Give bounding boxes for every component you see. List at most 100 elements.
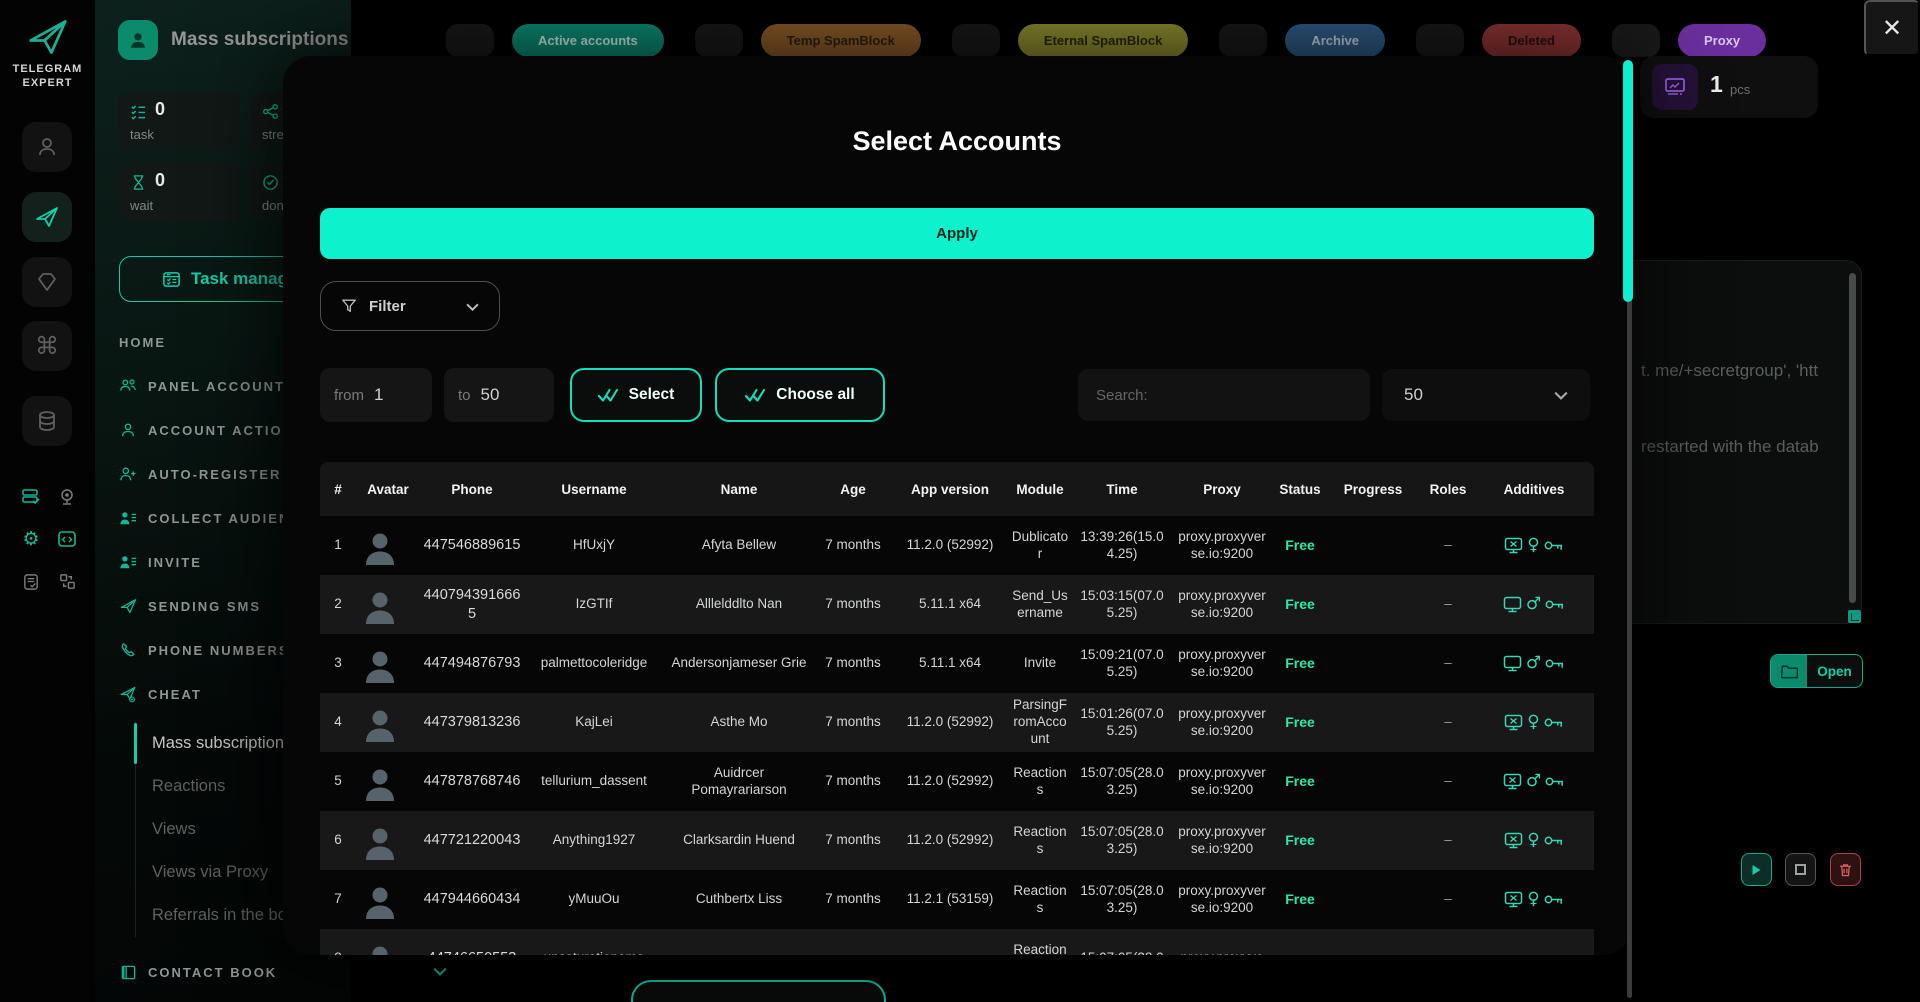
- filter-dropdown[interactable]: Filter: [320, 281, 500, 331]
- delete-button[interactable]: [1830, 853, 1861, 886]
- roles-cell: –: [1444, 714, 1452, 730]
- webcam-icon[interactable]: [56, 486, 78, 508]
- username-cell: unsaturationama: [524, 950, 664, 955]
- rail-sending-button[interactable]: [22, 192, 72, 242]
- stop-button[interactable]: [1785, 853, 1816, 886]
- book-icon: [119, 964, 137, 981]
- column-header: Roles: [1429, 481, 1467, 497]
- column-header: Phone: [451, 481, 493, 497]
- column-header: Avatar: [367, 481, 409, 497]
- status-tab[interactable]: Temp SpamBlock: [694, 24, 921, 57]
- username-cell: Anything1927: [552, 832, 636, 848]
- active-indicator: [134, 723, 137, 764]
- avatar: [356, 937, 420, 955]
- row-number: 7: [334, 891, 342, 907]
- brand-line1: TELEGRAM: [12, 63, 83, 75]
- monitor-icon: [1503, 773, 1522, 790]
- apply-button[interactable]: Apply: [320, 208, 1594, 259]
- sidebar-item-contact-book[interactable]: CONTACT BOOK: [119, 952, 447, 992]
- table-header-row: # Avatar Phone Username Name Age App version Mo…: [320, 462, 1594, 516]
- send-icon: [36, 207, 58, 227]
- person-icon: [131, 33, 145, 48]
- from-input[interactable]: [374, 385, 414, 405]
- gear-icon[interactable]: ⚙: [20, 528, 42, 550]
- range-from-field: from: [320, 368, 432, 422]
- computer-icon: [1665, 78, 1685, 95]
- age-cell: 7 months: [825, 832, 881, 848]
- column-header: Age: [840, 481, 866, 497]
- search-input[interactable]: [1078, 369, 1370, 421]
- background-action-button-partial[interactable]: [631, 980, 886, 1002]
- trash-icon: [1839, 863, 1852, 876]
- resize-handle-icon[interactable]: [1848, 610, 1861, 623]
- avatar: [356, 760, 420, 803]
- table-row[interactable]: 8 44746650553 unsaturationama Reactions …: [320, 929, 1594, 955]
- table-row[interactable]: 5 447878768746 tellurium_dassent Auidrce…: [320, 752, 1594, 811]
- monitor-icon: [1505, 714, 1523, 731]
- table-row[interactable]: 7 447944660434 yMuuOu Cuthbertx Liss 7 m…: [320, 870, 1594, 929]
- log-scrollbar[interactable]: [1849, 273, 1856, 603]
- start-button[interactable]: [1741, 853, 1772, 886]
- chevron-down-icon: [433, 963, 447, 981]
- proxy-cell: proxy.proxyverse.io:9200: [1178, 882, 1266, 915]
- phone-cell: 447721220043: [423, 832, 521, 849]
- roles-cell: –: [1444, 832, 1452, 848]
- choose-all-button[interactable]: Choose all: [715, 368, 885, 422]
- proxy-cell: proxy.proxyverse.io:9200: [1178, 646, 1266, 679]
- clipboard-check-icon[interactable]: [20, 570, 42, 592]
- table-row[interactable]: 1 447546889615 HfUxjY Afyta Bellew 7 mon…: [320, 516, 1594, 575]
- proxy-cell: proxy.proxyverse.io:9200: [1178, 823, 1266, 856]
- funnel-icon: [342, 299, 356, 313]
- status-tab[interactable]: Eternal SpamBlock: [952, 24, 1189, 57]
- modal-title: Select Accounts: [852, 126, 1062, 156]
- column-header: Status: [1279, 481, 1321, 497]
- user-icon: [119, 422, 137, 438]
- close-button[interactable]: ✕: [1864, 0, 1920, 56]
- row-number: 2: [334, 596, 342, 612]
- table-row[interactable]: 6 447721220043 Anything1927 Clarksardin …: [320, 811, 1594, 870]
- rail-commands-button[interactable]: ⌘: [22, 321, 72, 371]
- swap-icon[interactable]: [56, 570, 78, 592]
- command-icon: ⌘: [35, 332, 59, 360]
- name-cell: Alllelddlto Nan: [695, 596, 783, 612]
- app-version-cell: 11.2.0 (52992): [906, 537, 994, 553]
- key-icon: [1545, 659, 1564, 668]
- gem-icon: [38, 273, 56, 291]
- time-cell: 13:39:26(15.04.25): [1080, 528, 1164, 561]
- status-tab[interactable]: Active accounts: [446, 24, 664, 57]
- key-icon: [1545, 600, 1564, 609]
- rail-accounts-button[interactable]: [22, 122, 72, 172]
- status-tab[interactable]: Deleted: [1416, 24, 1581, 57]
- row-number: 1: [334, 537, 342, 553]
- range-to-field: to: [444, 368, 554, 422]
- module-cell: Reactions: [1013, 823, 1067, 856]
- stat-card-wait: 0 wait: [118, 163, 240, 221]
- modal-scrollbar-thumb[interactable]: [1623, 60, 1633, 302]
- roles-cell: –: [1444, 891, 1452, 907]
- table-row[interactable]: 3 447494876793 palmettocoleridge Anderso…: [320, 634, 1594, 693]
- username-cell: IzGTIf: [575, 596, 613, 612]
- close-icon: ✕: [1881, 14, 1903, 42]
- table-row[interactable]: 4 447379813236 KajLei Asthe Mo 7 months …: [320, 693, 1594, 752]
- avatar: [356, 878, 420, 921]
- select-button[interactable]: Select: [570, 368, 702, 422]
- rail-database-button[interactable]: [22, 396, 72, 446]
- server-check-icon[interactable]: [20, 486, 42, 508]
- time-cell: 15:03:15(07.05.25): [1080, 587, 1164, 620]
- column-header: Module: [1016, 481, 1064, 497]
- module-cell: Send_Username: [1012, 587, 1068, 620]
- code-window-icon[interactable]: [56, 528, 78, 550]
- rail-premium-button[interactable]: [22, 257, 72, 307]
- to-input[interactable]: [480, 385, 521, 405]
- status-tab[interactable]: Archive: [1219, 24, 1386, 57]
- avatar: [356, 819, 420, 862]
- open-button[interactable]: Open: [1770, 654, 1863, 688]
- module-cell: Reactions: [1013, 882, 1067, 915]
- column-header: Time: [1106, 481, 1138, 497]
- stat-card-task: 0 task: [118, 92, 240, 150]
- page-size-select[interactable]: 50: [1382, 369, 1590, 421]
- status-tab[interactable]: Proxy: [1611, 24, 1767, 57]
- proxy-cell: proxy.proxyve: [1172, 950, 1272, 955]
- proxy-count-value: 1: [1710, 71, 1723, 97]
- table-row[interactable]: 2 4407943916665 IzGTIf Alllelddlto Nan 7…: [320, 575, 1594, 634]
